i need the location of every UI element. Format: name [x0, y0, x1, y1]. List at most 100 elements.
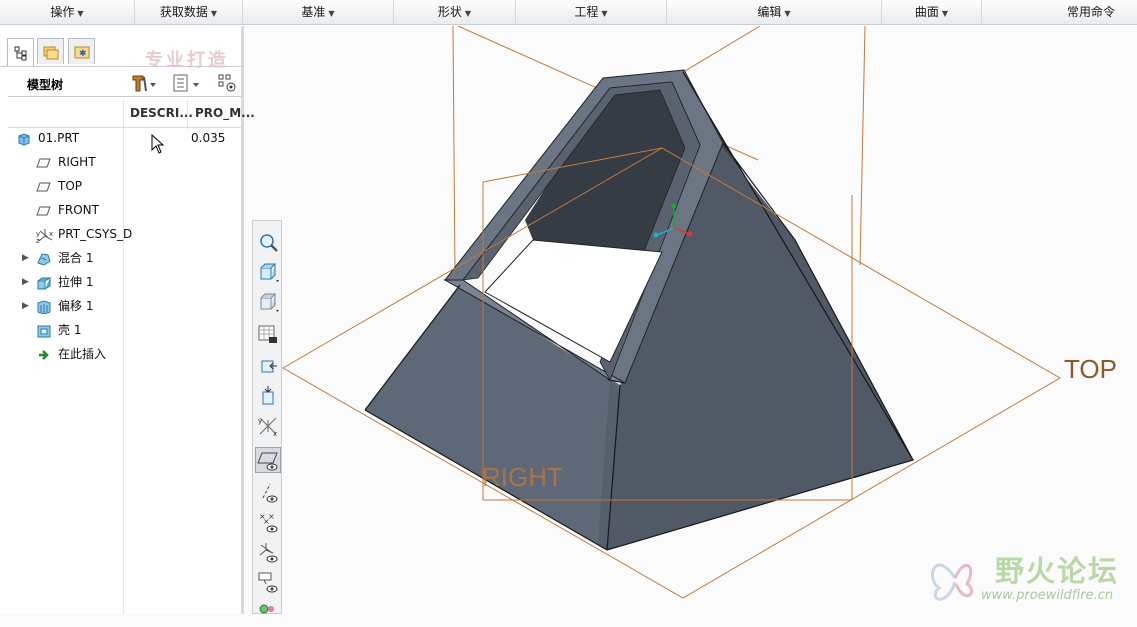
blend-icon: [36, 251, 52, 266]
ribbon-group-label: 常用命令: [1066, 5, 1115, 19]
ribbon-group-label: 基准: [301, 5, 326, 19]
watermark-title: 野火论坛: [995, 554, 1120, 588]
spin-center-button[interactable]: [255, 383, 281, 409]
datum-plane-icon: [36, 155, 52, 169]
csys-icon: yzx: [36, 227, 53, 245]
ribbon-group-surfaces[interactable]: 曲面 ▼: [882, 0, 982, 24]
top-plane-label: TOP: [1064, 354, 1117, 384]
reorient-button[interactable]: [255, 353, 281, 379]
orient-icon: [261, 360, 277, 373]
ribbon-group-shapes[interactable]: 形状 ▼: [394, 0, 516, 24]
ribbon-group-label: 操作: [50, 5, 75, 19]
svg-text:×: ×: [263, 517, 270, 526]
insert-here-icon: [36, 347, 52, 361]
right-plane-label: RIGHT: [482, 462, 563, 492]
svg-text:z: z: [36, 237, 40, 243]
zoom-button[interactable]: [255, 229, 281, 255]
chevron-down-icon: ▼: [784, 9, 791, 18]
ribbon-group-label: 形状: [437, 5, 462, 19]
settings-tools-icon[interactable]: [130, 73, 156, 96]
tree-item-shell[interactable]: 壳 1: [0, 319, 240, 341]
tree-filter-icon[interactable]: [217, 73, 239, 96]
tree-item-label: 拉伸 1: [58, 275, 94, 289]
tree-item-part[interactable]: 01.PRT 0.035: [0, 127, 240, 149]
header-divider: [8, 96, 241, 97]
tree-item-blend[interactable]: ▶ 混合 1: [0, 247, 240, 269]
ribbon-group-engineering[interactable]: 工程 ▼: [516, 0, 667, 24]
annotation-display-toggle[interactable]: [255, 569, 281, 595]
chevron-down-icon: ▼: [601, 9, 608, 18]
shaded-cube-icon: [260, 293, 279, 312]
point-eye-icon: × ××: [259, 512, 278, 533]
watermark-text: 专业打造: [145, 50, 229, 71]
tree-item-offset[interactable]: ▶ 偏移 1: [0, 295, 240, 317]
chevron-down-icon: ▼: [328, 9, 335, 18]
tree-item-front[interactable]: FRONT: [0, 199, 240, 221]
ribbon-group-label: 曲面: [914, 5, 939, 19]
tree-item-extrude[interactable]: ▶ 拉伸 1: [0, 271, 240, 293]
palette-icon: [259, 604, 274, 614]
saved-views-button[interactable]: [255, 259, 281, 285]
datum-plane-icon: [36, 203, 52, 217]
tree-item-label: FRONT: [58, 203, 99, 217]
display-style-button[interactable]: [255, 289, 281, 315]
ribbon-group-operations[interactable]: 操作 ▼: [0, 0, 135, 24]
mouse-cursor-icon: [151, 133, 165, 157]
tab-favorites[interactable]: ✱: [68, 38, 95, 64]
tree-item-value: 0.035: [191, 131, 226, 145]
show-list-icon[interactable]: [172, 73, 200, 96]
expand-arrow-icon[interactable]: ▶: [22, 247, 29, 269]
ribbon-group-editing[interactable]: 编辑 ▼: [667, 0, 882, 24]
model-canvas: TOP RIGHT: [282, 25, 1117, 599]
graphics-viewport[interactable]: TOP RIGHT: [282, 25, 1137, 614]
datum-display-button[interactable]: yx: [255, 413, 281, 439]
expand-arrow-icon[interactable]: ▶: [22, 295, 29, 317]
expand-arrow-icon[interactable]: ▶: [22, 271, 29, 293]
ribbon-group-common-commands[interactable]: 常用命令: [982, 0, 1137, 24]
model-tree-header: 模型树: [0, 69, 241, 97]
column-header-description[interactable]: DESCRI...: [130, 106, 193, 120]
ribbon-group-label: 工程: [574, 5, 599, 19]
tree-item-top[interactable]: TOP: [0, 175, 240, 197]
ribbon-group-label: 编辑: [757, 5, 782, 19]
tree-item-label: 01.PRT: [38, 131, 80, 145]
normal-view-icon: [262, 386, 274, 405]
view-toolbar: yx × × ×: [252, 220, 282, 614]
ribbon-group-datum[interactable]: 基准 ▼: [243, 0, 394, 24]
csys-display-toggle[interactable]: [255, 539, 281, 565]
column-divider: [187, 100, 188, 130]
plane-display-toggle[interactable]: [255, 447, 281, 473]
axis-eye-icon: [262, 483, 278, 503]
solid-body: [364, 69, 914, 551]
magnifier-icon: [260, 234, 278, 252]
table-camera-icon: [258, 325, 277, 343]
ribbon-group-get-data[interactable]: 获取数据 ▼: [135, 0, 243, 24]
tree-item-label: PRT_CSYS_D: [58, 227, 133, 241]
ribbon-group-label: 获取数据: [159, 5, 208, 19]
column-header-pro-mp[interactable]: PRO_M...: [195, 106, 255, 120]
tree-item-label: 混合 1: [58, 251, 94, 265]
tree-item-right[interactable]: RIGHT: [0, 151, 240, 173]
watermark-url: www.proewildfire.cn: [981, 588, 1114, 603]
tree-item-insert-here[interactable]: 在此插入: [0, 343, 240, 365]
axis-display-toggle[interactable]: [255, 479, 281, 505]
datum-axes-icon: yx: [258, 417, 277, 438]
svg-text:x: x: [273, 430, 277, 438]
tree-item-csys[interactable]: yzx PRT_CSYS_D: [0, 223, 240, 245]
chevron-down-icon: ▼: [464, 9, 472, 18]
navigator-panel: ✱ 模型树 DESCRI... PRO_M... 01.PRT 0.035 RI…: [0, 26, 255, 614]
model-tree-title: 模型树: [27, 78, 64, 92]
svg-text:x: x: [49, 230, 53, 238]
favorites-folder-icon: ✱: [74, 46, 89, 59]
capture-button[interactable]: [255, 321, 281, 347]
appearance-button[interactable]: [255, 599, 281, 625]
chevron-down-icon: ▼: [210, 9, 218, 18]
datum-plane-icon: [36, 179, 52, 193]
part-icon: [16, 131, 32, 146]
point-display-toggle[interactable]: × × ×: [255, 509, 281, 535]
tab-model-tree[interactable]: [7, 38, 34, 66]
shell-icon: [36, 323, 52, 338]
chevron-down-icon: ▼: [77, 9, 84, 18]
model-tree-icon: [14, 46, 26, 60]
tab-folder-browser[interactable]: [37, 38, 64, 64]
